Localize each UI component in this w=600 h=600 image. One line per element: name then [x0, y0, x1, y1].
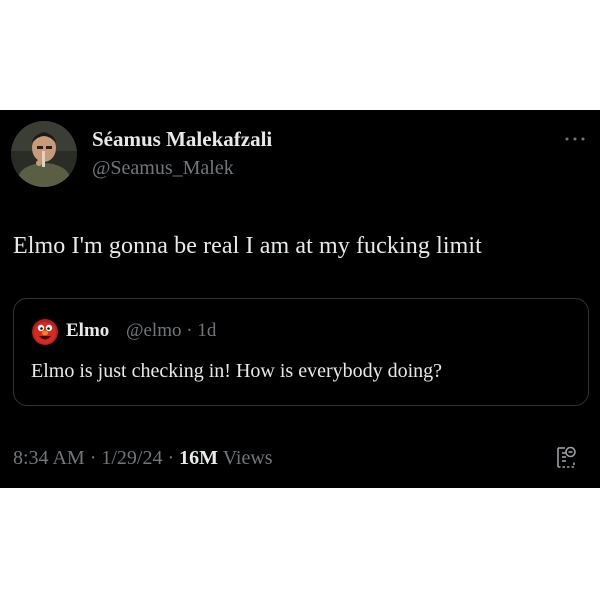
author-avatar[interactable] — [11, 121, 77, 187]
meta-separator: · — [167, 447, 175, 469]
views-label: Views — [222, 447, 273, 469]
quoted-author-handle: @elmo · 1d — [126, 320, 217, 341]
quoted-tweet-text: Elmo is just checking in! How is everybo… — [31, 360, 443, 382]
more-horizontal-icon[interactable] — [563, 131, 587, 141]
tweet-text: Elmo I'm gonna be real I am at my fuckin… — [13, 233, 482, 259]
analytics-icon[interactable] — [555, 444, 577, 470]
author-handle[interactable]: @Seamus_Malek — [92, 157, 234, 180]
author-display-name[interactable]: Séamus Malekafzali — [92, 127, 272, 152]
tweet-date[interactable]: 1/29/24 — [101, 447, 162, 469]
meta-separator: · — [89, 447, 97, 469]
quoted-tweet[interactable] — [13, 298, 589, 406]
quoted-author-avatar — [32, 319, 58, 345]
quoted-author-name: Elmo — [66, 320, 110, 341]
tweet-time[interactable]: 8:34 AM — [13, 447, 85, 469]
views-count: 16M — [179, 447, 219, 469]
tweet-meta: 8:34 AM · 1/29/24 · 16M Views — [13, 447, 273, 470]
